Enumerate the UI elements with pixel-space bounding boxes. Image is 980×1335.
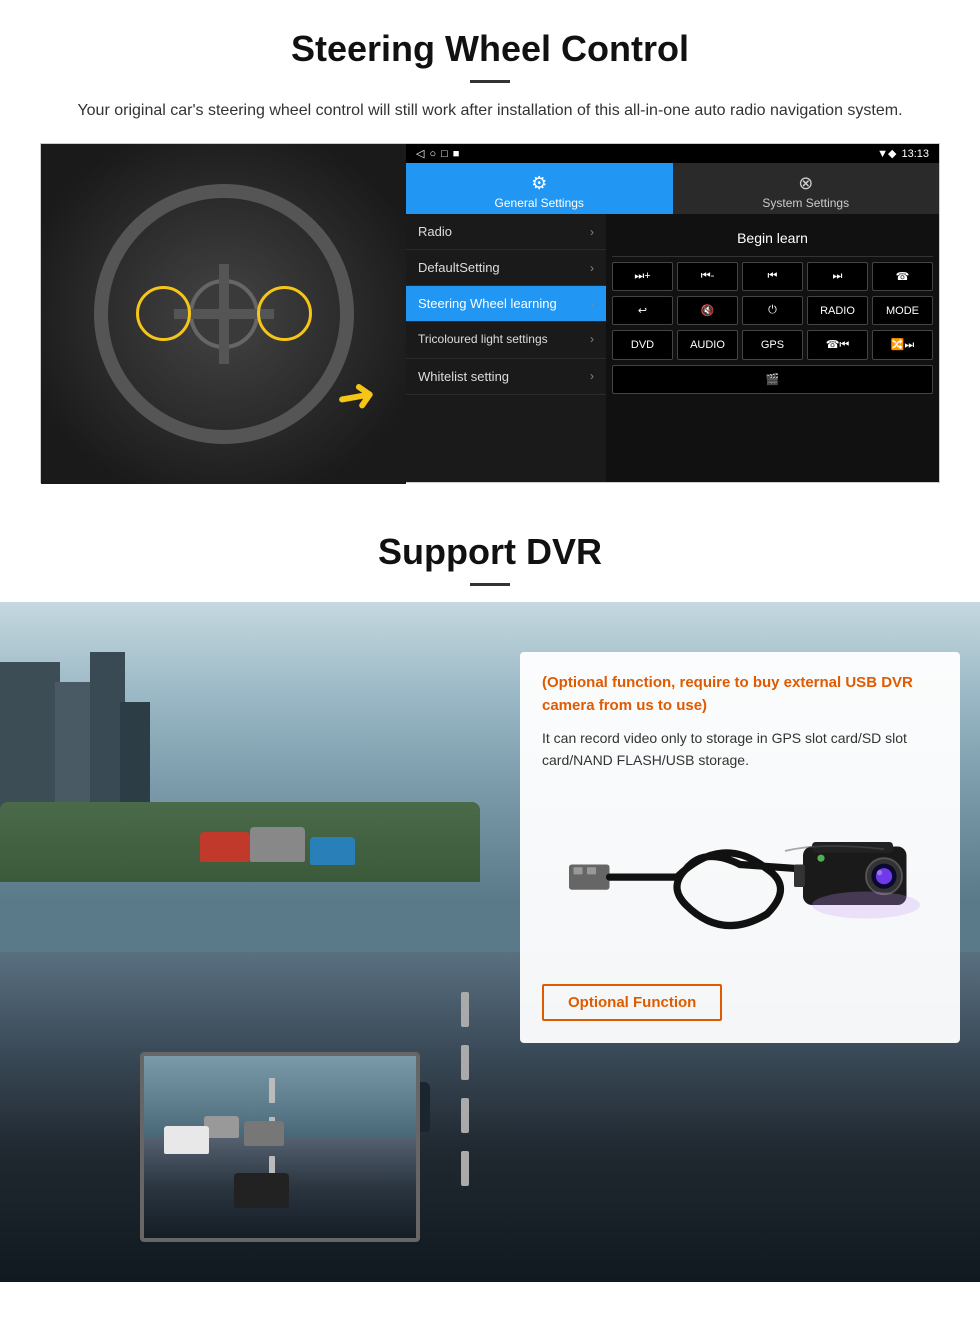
extra-button[interactable]: 🎬 bbox=[612, 365, 933, 394]
tab-general-label: General Settings bbox=[495, 196, 584, 210]
home-icon[interactable]: ○ bbox=[429, 148, 436, 160]
gps-button[interactable]: GPS bbox=[742, 330, 803, 360]
arrow-overlay: ➜ bbox=[331, 365, 380, 427]
prev-track-button[interactable]: ⏮ bbox=[742, 262, 803, 291]
menu-tricoloured[interactable]: Tricoloured light settings › bbox=[406, 322, 606, 359]
chevron-right-icon: › bbox=[590, 369, 594, 383]
wheel-background: ➜ bbox=[41, 144, 406, 484]
dvr-info-card: (Optional function, require to buy exter… bbox=[520, 652, 960, 1043]
control-row-1: ⏭+ ⏮- ⏮ ⏭ ☎ bbox=[612, 262, 933, 291]
control-row-4: 🎬 bbox=[612, 365, 933, 394]
settings-gear-icon: ⚙ bbox=[531, 173, 547, 194]
android-content-area: Radio › DefaultSetting › Steering Wheel … bbox=[406, 214, 939, 482]
chevron-right-icon: › bbox=[590, 261, 594, 275]
menu-default-setting[interactable]: DefaultSetting › bbox=[406, 250, 606, 286]
dvr-description: It can record video only to storage in G… bbox=[542, 727, 938, 772]
clock: 13:13 bbox=[901, 148, 929, 160]
menu-steering-wheel-learning[interactable]: Steering Wheel learning › bbox=[406, 286, 606, 322]
recents-icon[interactable]: □ bbox=[441, 148, 448, 160]
begin-learn-button[interactable]: Begin learn bbox=[612, 220, 933, 257]
audio-button[interactable]: AUDIO bbox=[677, 330, 738, 360]
steering-subtitle: Your original car's steering wheel contr… bbox=[60, 99, 920, 123]
status-icons: ▼◆ 13:13 bbox=[877, 147, 929, 160]
radio-button[interactable]: RADIO bbox=[807, 296, 868, 325]
back-icon[interactable]: ◁ bbox=[416, 147, 424, 160]
control-row-2: ↩ 🔇 ⏻ RADIO MODE bbox=[612, 296, 933, 325]
menu-whitelist[interactable]: Whitelist setting › bbox=[406, 359, 606, 395]
dvr-optional-text: (Optional function, require to buy exter… bbox=[542, 672, 938, 717]
steering-demo-container: ➜ ◁ ○ □ ■ ▼◆ 13:13 ⚙ bbox=[40, 143, 940, 483]
tab-general-settings[interactable]: ⚙ General Settings bbox=[406, 163, 673, 214]
dvr-title: Support DVR bbox=[40, 531, 940, 573]
menu-icon[interactable]: ■ bbox=[453, 148, 460, 160]
chevron-right-icon: › bbox=[590, 332, 594, 348]
signal-icon: ▼◆ bbox=[877, 147, 896, 160]
menu-default-label: DefaultSetting bbox=[418, 260, 500, 275]
highlight-circle-left bbox=[136, 286, 191, 341]
wheel-outer-ring bbox=[94, 184, 354, 444]
steering-section: Steering Wheel Control Your original car… bbox=[0, 0, 980, 503]
shuffle-next-button[interactable]: 🔀⏭ bbox=[872, 330, 933, 360]
steering-title: Steering Wheel Control bbox=[40, 28, 940, 70]
back-call-button[interactable]: ↩ bbox=[612, 296, 673, 325]
optional-function-button[interactable]: Optional Function bbox=[542, 984, 722, 1021]
power-button[interactable]: ⏻ bbox=[742, 296, 803, 325]
phone-button[interactable]: ☎ bbox=[872, 262, 933, 291]
android-tabs: ⚙ General Settings ⊗ System Settings bbox=[406, 163, 939, 214]
steering-wheel-image: ➜ bbox=[41, 144, 406, 484]
control-row-3: DVD AUDIO GPS ☎⏮ 🔀⏭ bbox=[612, 330, 933, 360]
menu-steering-label: Steering Wheel learning bbox=[418, 296, 557, 311]
mode-button[interactable]: MODE bbox=[872, 296, 933, 325]
dvr-background-image: (Optional function, require to buy exter… bbox=[0, 602, 980, 1282]
vol-up-button[interactable]: ⏭+ bbox=[612, 262, 673, 291]
dvd-button[interactable]: DVD bbox=[612, 330, 673, 360]
mute-button[interactable]: 🔇 bbox=[677, 296, 738, 325]
dvr-inset-screenshot bbox=[140, 1052, 420, 1242]
android-ui-panel: ◁ ○ □ ■ ▼◆ 13:13 ⚙ General Settings ⊗ bbox=[406, 144, 939, 482]
chevron-right-icon: › bbox=[590, 297, 594, 311]
menu-radio-label: Radio bbox=[418, 224, 452, 239]
dvr-divider bbox=[470, 583, 510, 586]
dvr-section: Support DVR bbox=[0, 503, 980, 1282]
phone-prev-button[interactable]: ☎⏮ bbox=[807, 330, 868, 360]
title-divider bbox=[470, 80, 510, 83]
dvr-camera-svg bbox=[542, 788, 938, 968]
tab-system-settings[interactable]: ⊗ System Settings bbox=[673, 163, 940, 214]
inset-road-scene bbox=[144, 1056, 416, 1238]
nav-buttons: ◁ ○ □ ■ bbox=[416, 147, 459, 160]
system-icon: ⊗ bbox=[798, 173, 813, 194]
next-track-button[interactable]: ⏭ bbox=[807, 262, 868, 291]
dvr-title-area: Support DVR bbox=[0, 503, 980, 602]
steering-control-panel: Begin learn ⏭+ ⏮- ⏮ ⏭ ☎ ↩ 🔇 ⏻ RADIO MODE bbox=[606, 214, 939, 482]
dvr-camera-image bbox=[542, 788, 938, 968]
wheel-spoke-vertical bbox=[219, 264, 229, 364]
highlight-circle-right bbox=[257, 286, 312, 341]
chevron-right-icon: › bbox=[590, 225, 594, 239]
menu-whitelist-label: Whitelist setting bbox=[418, 369, 509, 384]
tab-system-label: System Settings bbox=[762, 196, 849, 210]
settings-menu-list: Radio › DefaultSetting › Steering Wheel … bbox=[406, 214, 606, 482]
vol-down-button[interactable]: ⏮- bbox=[677, 262, 738, 291]
menu-tricoloured-label: Tricoloured light settings bbox=[418, 332, 548, 348]
android-statusbar: ◁ ○ □ ■ ▼◆ 13:13 bbox=[406, 144, 939, 163]
menu-radio[interactable]: Radio › bbox=[406, 214, 606, 250]
